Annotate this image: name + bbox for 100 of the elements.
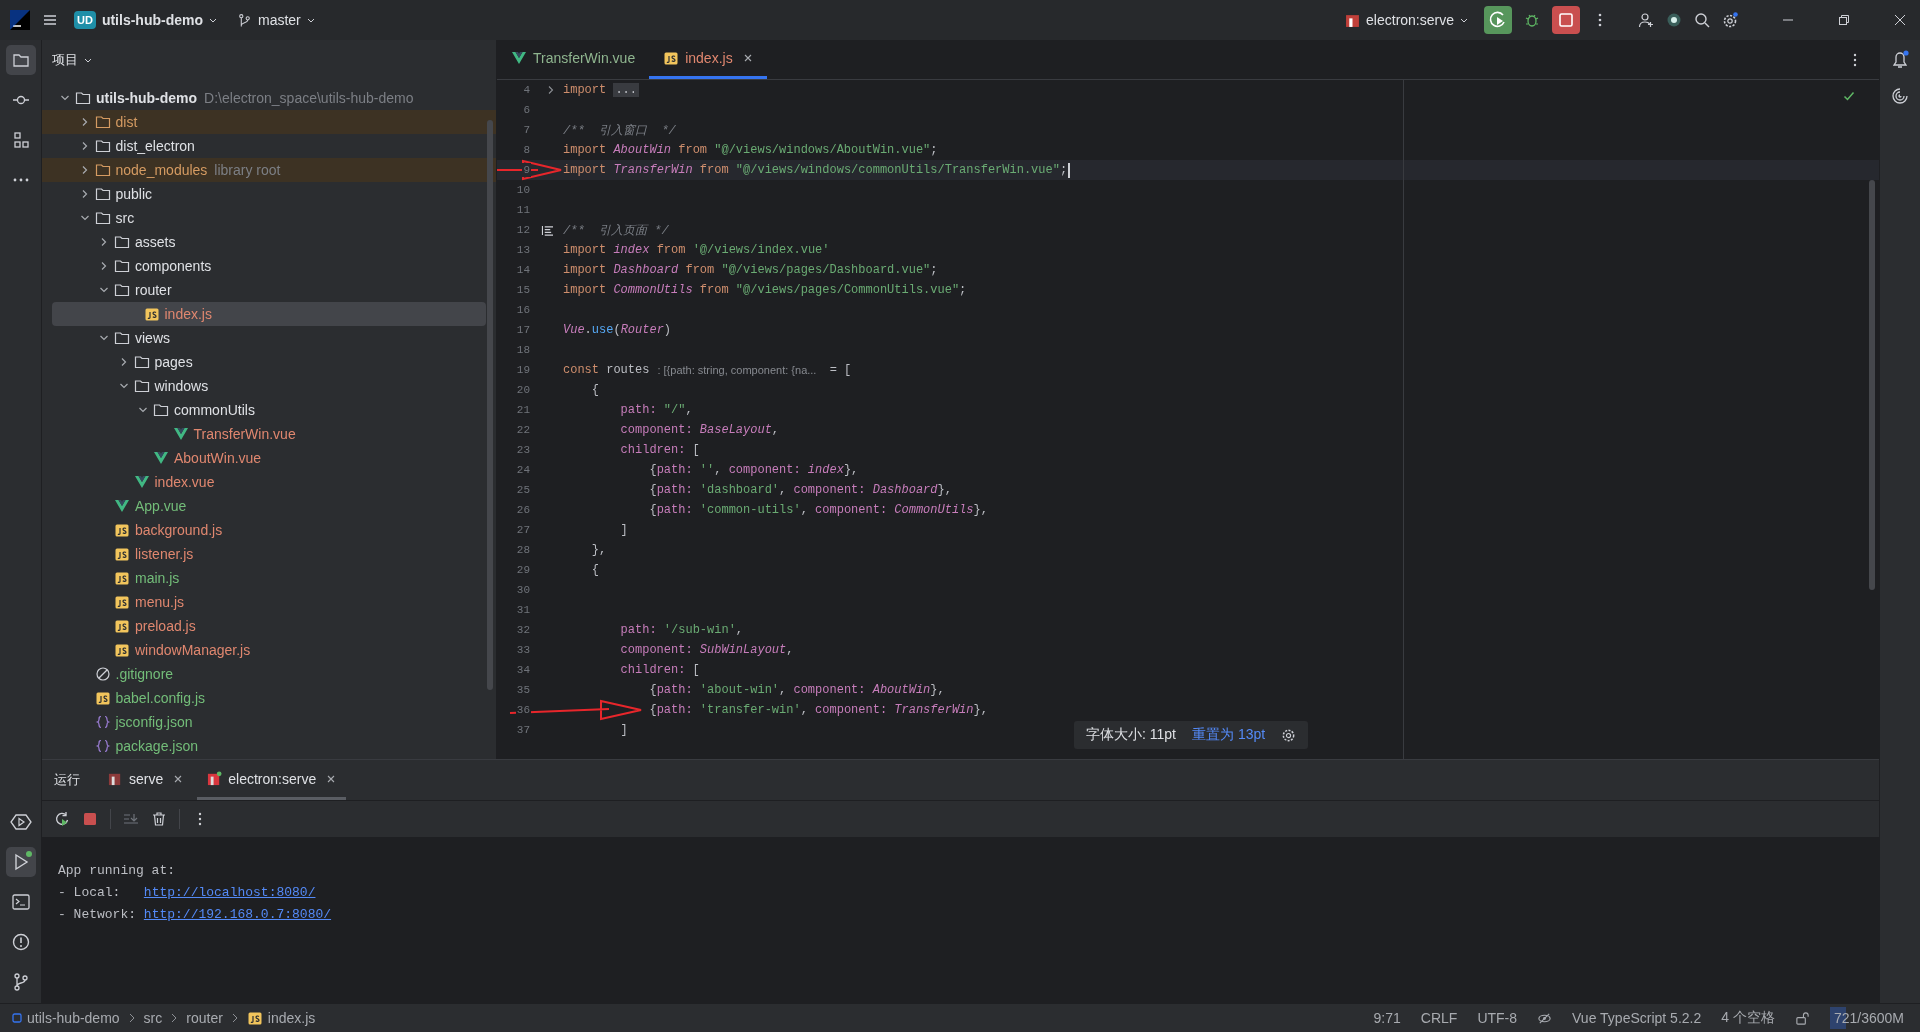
tree-item-label[interactable]: listener.js [135, 546, 194, 562]
code-line: import TransferWin from "@/views/windows/commonUtils/TransferWin.vue"; [563, 162, 1071, 178]
close-icon[interactable] [326, 773, 337, 784]
project-selector[interactable]: UD utils-hub-demo [70, 7, 221, 33]
tree-item-label[interactable]: .gitignore [115, 666, 174, 682]
tree-item-label[interactable]: package.json [115, 738, 198, 754]
tab-label: serve [129, 770, 164, 787]
settings-icon[interactable] [1281, 727, 1297, 743]
chevron-icon[interactable] [79, 213, 90, 223]
language-service[interactable]: Vue TypeScript 5.2.2 [1572, 1010, 1702, 1026]
chevron-icon[interactable] [546, 85, 556, 95]
project-name: utils-hub-demo [101, 12, 203, 28]
chevron-icon[interactable] [99, 333, 109, 343]
ignored-file-icon [94, 666, 111, 682]
trash-icon[interactable] [151, 811, 167, 827]
tree-item-label[interactable]: main.js [135, 570, 180, 586]
scrollbar-thumb[interactable] [1869, 180, 1875, 590]
editor-tab[interactable]: TransferWin.vue [497, 40, 650, 79]
run-icon[interactable] [5, 847, 36, 877]
stop-button[interactable] [1552, 6, 1580, 34]
tree-item-label[interactable]: App.vue [135, 498, 187, 514]
chevron-icon [170, 1013, 179, 1023]
project-view-selector[interactable]: 项目 [48, 47, 96, 73]
run-tab[interactable]: serve [98, 760, 194, 800]
indent-setting[interactable]: 4 个空格 [1721, 1009, 1775, 1027]
caret-icon [209, 17, 217, 23]
line-ending[interactable]: CRLF [1420, 1010, 1458, 1026]
tree-item-label[interactable]: commonUtils [174, 402, 255, 418]
chevron-icon[interactable] [99, 237, 109, 247]
vue-file-icon [511, 50, 527, 66]
tree-item-label[interactable]: background.js [135, 522, 223, 538]
breadcrumb-item[interactable]: index.js [246, 1010, 316, 1026]
close-icon[interactable] [742, 53, 753, 63]
tree-item-label[interactable]: AboutWin.vue [174, 450, 262, 466]
tree-item-hint: D:\electron_space\utils-hub-demo [204, 90, 414, 106]
run-config-selector[interactable]: electron:serve [1341, 8, 1472, 32]
reset-font-link[interactable]: 重置为 13pt [1192, 726, 1266, 744]
tree-item-label[interactable]: menu.js [135, 594, 185, 610]
stop-icon[interactable] [82, 811, 98, 827]
menu-icon[interactable] [42, 12, 58, 28]
close-icon[interactable] [1894, 14, 1906, 26]
scrollbar-thumb[interactable] [487, 120, 493, 690]
tree-item-label[interactable]: utils-hub-demo [96, 90, 198, 106]
tree-item-label[interactable]: components [135, 258, 212, 274]
branch-selector[interactable]: master [233, 8, 319, 32]
rendered-doc-icon[interactable] [540, 224, 554, 236]
tree-item-label[interactable]: babel.config.js [115, 690, 205, 706]
console-link[interactable]: http://localhost:8080/ [143, 884, 316, 900]
search-icon[interactable] [1694, 12, 1710, 28]
folder-icon [94, 114, 111, 130]
breadcrumb-item[interactable]: router [186, 1010, 223, 1026]
tree-item-label[interactable]: index.js [164, 306, 212, 322]
chevron-icon[interactable] [99, 261, 109, 271]
chevron-icon[interactable] [99, 285, 109, 295]
cursor-position[interactable]: 9:71 [1373, 1010, 1401, 1026]
vue-file-icon [153, 450, 169, 466]
tree-item-label[interactable]: public [115, 186, 153, 202]
folder-icon[interactable] [5, 45, 36, 75]
rerun-button[interactable] [1484, 6, 1512, 34]
tree-item-label[interactable]: dist_electron [115, 138, 195, 154]
code-line: import Dashboard from "@/views/pages/Dashboard.vue"; [563, 263, 938, 277]
tree-item-label[interactable]: windows [154, 378, 209, 394]
tree-item-label[interactable]: src [115, 210, 135, 226]
breadcrumb-item[interactable]: utils-hub-demo [12, 1010, 120, 1026]
breadcrumb-item[interactable]: src [143, 1010, 163, 1026]
settings-icon[interactable] [1722, 12, 1738, 28]
rerun-icon[interactable] [54, 811, 70, 827]
lock-icon[interactable] [1794, 1010, 1810, 1026]
chevron-icon[interactable] [138, 405, 148, 415]
tree-item-label[interactable]: router [135, 282, 172, 298]
chevron-icon[interactable] [118, 381, 129, 391]
add-user-icon[interactable] [1638, 12, 1654, 28]
tree-item-label[interactable]: pages [154, 354, 193, 370]
tree-item-label[interactable]: dist [115, 114, 138, 130]
tree-item-label[interactable]: node_modules [115, 162, 208, 178]
tree-item-label[interactable]: index.vue [154, 474, 215, 490]
npm-icon [1345, 12, 1361, 28]
folder-icon [133, 354, 150, 370]
scroll-to-end-icon[interactable] [123, 811, 139, 827]
tree-item-label[interactable]: assets [135, 234, 176, 250]
file-encoding[interactable]: UTF-8 [1477, 1010, 1518, 1026]
tree-item-label[interactable]: preload.js [135, 618, 196, 634]
app-logo-icon[interactable] [10, 10, 30, 30]
check-icon[interactable] [1843, 90, 1855, 102]
tree-item-label[interactable]: windowManager.js [135, 642, 251, 658]
tree-item-label[interactable]: TransferWin.vue [193, 426, 296, 442]
tree-item-label[interactable]: jsconfig.json [115, 714, 193, 730]
excluded-tree-item[interactable]: node_modules library root [42, 158, 496, 182]
editor-tab[interactable]: index.js [649, 40, 767, 79]
selected-tree-item[interactable]: index.js [52, 302, 486, 326]
code-line: ] [619, 723, 628, 737]
folder-icon [114, 258, 130, 274]
tree-item-label[interactable]: views [135, 330, 170, 346]
console-link[interactable]: http://192.168.0.7:8080/ [143, 906, 332, 922]
excluded-tree-item[interactable]: dist [42, 110, 496, 134]
close-icon[interactable] [173, 773, 184, 784]
restore-icon[interactable] [1838, 14, 1850, 26]
console-text: App running at: [58, 862, 176, 878]
debug-icon[interactable] [1524, 12, 1540, 28]
chevron-icon[interactable] [60, 93, 70, 103]
